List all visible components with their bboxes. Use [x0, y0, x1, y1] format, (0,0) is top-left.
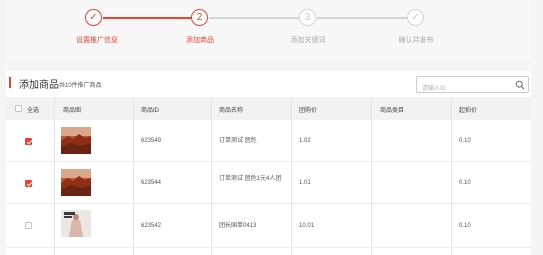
product-name: 订单测试 团危1元4人团 — [219, 176, 282, 182]
product-id: 623549 — [141, 138, 162, 144]
step-2-label: 添加商品 — [186, 37, 214, 44]
group-price: 1.01 — [299, 180, 311, 186]
header-id: 商品ID — [141, 108, 160, 114]
product-thumbnail — [61, 169, 91, 196]
step-4-check-icon: ✓ — [407, 9, 424, 26]
search-icon[interactable] — [515, 80, 525, 90]
group-price: 1.02 — [299, 138, 311, 144]
start-bid: 0.10 — [459, 180, 471, 186]
header-name: 商品名称 — [219, 108, 244, 114]
step-connector-1 — [103, 17, 199, 19]
product-id: 623544 — [141, 180, 162, 186]
header-select-all[interactable]: 全选 — [27, 105, 39, 114]
table-header: 全选 商品图 商品ID 商品名称 团购价 商品类目 起拍价 — [6, 97, 531, 120]
table-row[interactable]: 623549 订单测试 团危 1.02 0.10 — [6, 120, 531, 162]
step-4-label: 确认并发布 — [398, 37, 434, 44]
step-2-number-icon: 2 — [191, 9, 208, 26]
title-accent-bar — [9, 77, 11, 88]
table-row[interactable]: 623542 团长国单0413 10.01 0.10 — [6, 204, 531, 248]
start-bid: 0.10 — [459, 138, 471, 144]
search-input[interactable] — [417, 81, 509, 97]
header-image: 商品图 — [63, 108, 82, 114]
product-count: 共10件推广商品 — [59, 83, 102, 89]
product-id: 623542 — [141, 223, 162, 229]
step-connector-3 — [317, 17, 408, 19]
group-price: 10.01 — [299, 223, 315, 229]
product-thumbnail — [61, 127, 91, 154]
header-category: 商品类目 — [380, 108, 405, 114]
product-thumbnail — [61, 210, 91, 237]
header-group-price: 团购价 — [299, 108, 318, 114]
step-1-check-icon: ✓ — [85, 9, 102, 26]
row-checkbox[interactable] — [25, 180, 32, 187]
start-bid: 0.10 — [459, 223, 471, 229]
row-checkbox[interactable] — [25, 138, 32, 145]
section-header: 添加商品 共10件推广商品 — [6, 71, 531, 97]
product-table: 全选 商品图 商品ID 商品名称 团购价 商品类目 起拍价 623549 订单测… — [6, 97, 531, 255]
select-all-checkbox[interactable] — [15, 105, 22, 112]
page-title: 添加商品 — [19, 80, 59, 91]
step-3-label: 添加关键词 — [290, 37, 326, 44]
product-name: 团长国单0413 — [219, 223, 257, 229]
progress-stepper: ✓ 2 3 ✓ 设置推广信息 添加商品 添加关键词 确认并发布 — [6, 0, 531, 60]
product-name: 订单测试 团危 — [219, 138, 257, 144]
table-row[interactable]: 623544 订单测试 团危1元4人团 1.01 0.10 — [6, 162, 531, 204]
step-1-label: 设置推广信息 — [76, 37, 118, 44]
row-checkbox[interactable] — [25, 222, 32, 229]
search-box[interactable] — [416, 76, 529, 97]
step-connector-2 — [209, 17, 300, 19]
step-3-number-icon: 3 — [299, 9, 316, 26]
header-start-bid: 起拍价 — [459, 108, 478, 114]
